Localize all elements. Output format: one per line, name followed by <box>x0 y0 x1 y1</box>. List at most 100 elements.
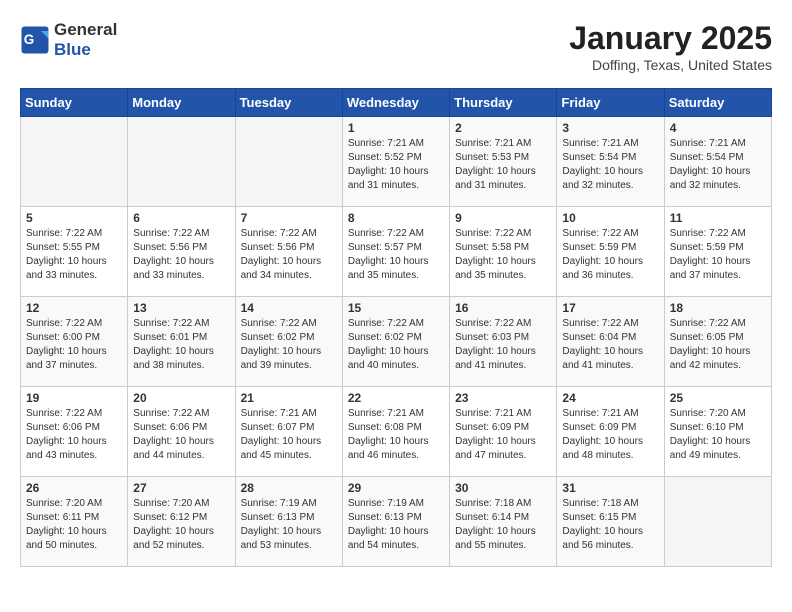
sunrise-text: Sunrise: 7:20 AM <box>670 408 746 419</box>
sunrise-text: Sunrise: 7:21 AM <box>562 408 638 419</box>
sunrise-text: Sunrise: 7:22 AM <box>241 318 317 329</box>
calendar-week-row: 5 Sunrise: 7:22 AM Sunset: 5:55 PM Dayli… <box>21 207 772 297</box>
calendar-cell: 6 Sunrise: 7:22 AM Sunset: 5:56 PM Dayli… <box>128 207 235 297</box>
calendar-week-row: 1 Sunrise: 7:21 AM Sunset: 5:52 PM Dayli… <box>21 117 772 207</box>
day-of-week-header: Thursday <box>450 89 557 117</box>
calendar-body: 1 Sunrise: 7:21 AM Sunset: 5:52 PM Dayli… <box>21 117 772 567</box>
sunset-text: Sunset: 6:04 PM <box>562 332 636 343</box>
daylight-text: Daylight: 10 hours and 44 minutes. <box>133 436 214 461</box>
day-info: Sunrise: 7:21 AM Sunset: 5:54 PM Dayligh… <box>670 137 766 193</box>
day-number: 8 <box>348 211 444 225</box>
calendar-cell: 24 Sunrise: 7:21 AM Sunset: 6:09 PM Dayl… <box>557 387 664 477</box>
day-info: Sunrise: 7:21 AM Sunset: 5:54 PM Dayligh… <box>562 137 658 193</box>
calendar-header: SundayMondayTuesdayWednesdayThursdayFrid… <box>21 89 772 117</box>
sunset-text: Sunset: 5:55 PM <box>26 242 100 253</box>
sunrise-text: Sunrise: 7:20 AM <box>26 498 102 509</box>
daylight-text: Daylight: 10 hours and 50 minutes. <box>26 526 107 551</box>
day-number: 5 <box>26 211 122 225</box>
calendar-cell: 7 Sunrise: 7:22 AM Sunset: 5:56 PM Dayli… <box>235 207 342 297</box>
sunset-text: Sunset: 6:03 PM <box>455 332 529 343</box>
sunset-text: Sunset: 6:02 PM <box>241 332 315 343</box>
calendar-cell: 20 Sunrise: 7:22 AM Sunset: 6:06 PM Dayl… <box>128 387 235 477</box>
logo-general-text: General <box>54 20 117 39</box>
day-number: 16 <box>455 301 551 315</box>
sunrise-text: Sunrise: 7:21 AM <box>348 138 424 149</box>
daylight-text: Daylight: 10 hours and 33 minutes. <box>26 256 107 281</box>
day-info: Sunrise: 7:22 AM Sunset: 5:59 PM Dayligh… <box>670 227 766 283</box>
day-number: 14 <box>241 301 337 315</box>
daylight-text: Daylight: 10 hours and 35 minutes. <box>455 256 536 281</box>
calendar-cell: 23 Sunrise: 7:21 AM Sunset: 6:09 PM Dayl… <box>450 387 557 477</box>
calendar-cell: 15 Sunrise: 7:22 AM Sunset: 6:02 PM Dayl… <box>342 297 449 387</box>
sunrise-text: Sunrise: 7:22 AM <box>133 318 209 329</box>
sunset-text: Sunset: 6:06 PM <box>133 422 207 433</box>
svg-text:G: G <box>24 32 35 47</box>
day-info: Sunrise: 7:22 AM Sunset: 6:05 PM Dayligh… <box>670 317 766 373</box>
calendar-cell: 8 Sunrise: 7:22 AM Sunset: 5:57 PM Dayli… <box>342 207 449 297</box>
daylight-text: Daylight: 10 hours and 42 minutes. <box>670 346 751 371</box>
calendar-cell <box>21 117 128 207</box>
daylight-text: Daylight: 10 hours and 34 minutes. <box>241 256 322 281</box>
day-number: 30 <box>455 481 551 495</box>
day-number: 9 <box>455 211 551 225</box>
day-number: 29 <box>348 481 444 495</box>
calendar-table: SundayMondayTuesdayWednesdayThursdayFrid… <box>20 88 772 567</box>
calendar-cell: 10 Sunrise: 7:22 AM Sunset: 5:59 PM Dayl… <box>557 207 664 297</box>
day-number: 2 <box>455 121 551 135</box>
sunset-text: Sunset: 6:15 PM <box>562 512 636 523</box>
calendar-cell <box>664 477 771 567</box>
days-of-week-row: SundayMondayTuesdayWednesdayThursdayFrid… <box>21 89 772 117</box>
calendar-title: January 2025 <box>569 20 772 57</box>
calendar-cell: 19 Sunrise: 7:22 AM Sunset: 6:06 PM Dayl… <box>21 387 128 477</box>
day-info: Sunrise: 7:20 AM Sunset: 6:11 PM Dayligh… <box>26 497 122 553</box>
calendar-subtitle: Doffing, Texas, United States <box>569 57 772 73</box>
calendar-cell: 16 Sunrise: 7:22 AM Sunset: 6:03 PM Dayl… <box>450 297 557 387</box>
day-info: Sunrise: 7:21 AM Sunset: 6:08 PM Dayligh… <box>348 407 444 463</box>
calendar-cell: 28 Sunrise: 7:19 AM Sunset: 6:13 PM Dayl… <box>235 477 342 567</box>
day-number: 1 <box>348 121 444 135</box>
title-block: January 2025 Doffing, Texas, United Stat… <box>569 20 772 73</box>
sunrise-text: Sunrise: 7:22 AM <box>455 228 531 239</box>
logo-icon: G <box>20 25 50 55</box>
day-info: Sunrise: 7:22 AM Sunset: 5:56 PM Dayligh… <box>133 227 229 283</box>
daylight-text: Daylight: 10 hours and 52 minutes. <box>133 526 214 551</box>
daylight-text: Daylight: 10 hours and 32 minutes. <box>562 166 643 191</box>
sunrise-text: Sunrise: 7:18 AM <box>455 498 531 509</box>
day-number: 4 <box>670 121 766 135</box>
sunrise-text: Sunrise: 7:21 AM <box>455 408 531 419</box>
day-number: 10 <box>562 211 658 225</box>
sunset-text: Sunset: 6:13 PM <box>241 512 315 523</box>
daylight-text: Daylight: 10 hours and 39 minutes. <box>241 346 322 371</box>
day-number: 28 <box>241 481 337 495</box>
sunset-text: Sunset: 5:58 PM <box>455 242 529 253</box>
sunset-text: Sunset: 6:14 PM <box>455 512 529 523</box>
daylight-text: Daylight: 10 hours and 41 minutes. <box>562 346 643 371</box>
day-number: 17 <box>562 301 658 315</box>
day-info: Sunrise: 7:22 AM Sunset: 6:06 PM Dayligh… <box>26 407 122 463</box>
day-info: Sunrise: 7:22 AM Sunset: 5:55 PM Dayligh… <box>26 227 122 283</box>
calendar-cell: 13 Sunrise: 7:22 AM Sunset: 6:01 PM Dayl… <box>128 297 235 387</box>
day-number: 22 <box>348 391 444 405</box>
daylight-text: Daylight: 10 hours and 54 minutes. <box>348 526 429 551</box>
sunrise-text: Sunrise: 7:20 AM <box>133 498 209 509</box>
calendar-cell: 21 Sunrise: 7:21 AM Sunset: 6:07 PM Dayl… <box>235 387 342 477</box>
calendar-cell: 9 Sunrise: 7:22 AM Sunset: 5:58 PM Dayli… <box>450 207 557 297</box>
sunrise-text: Sunrise: 7:22 AM <box>455 318 531 329</box>
day-of-week-header: Tuesday <box>235 89 342 117</box>
sunset-text: Sunset: 5:54 PM <box>670 152 744 163</box>
logo: G General Blue <box>20 20 117 60</box>
day-of-week-header: Saturday <box>664 89 771 117</box>
day-number: 21 <box>241 391 337 405</box>
daylight-text: Daylight: 10 hours and 35 minutes. <box>348 256 429 281</box>
daylight-text: Daylight: 10 hours and 37 minutes. <box>670 256 751 281</box>
day-of-week-header: Monday <box>128 89 235 117</box>
daylight-text: Daylight: 10 hours and 31 minutes. <box>348 166 429 191</box>
sunset-text: Sunset: 6:13 PM <box>348 512 422 523</box>
day-info: Sunrise: 7:20 AM Sunset: 6:10 PM Dayligh… <box>670 407 766 463</box>
daylight-text: Daylight: 10 hours and 36 minutes. <box>562 256 643 281</box>
sunrise-text: Sunrise: 7:21 AM <box>455 138 531 149</box>
daylight-text: Daylight: 10 hours and 49 minutes. <box>670 436 751 461</box>
sunset-text: Sunset: 6:10 PM <box>670 422 744 433</box>
day-info: Sunrise: 7:21 AM Sunset: 5:53 PM Dayligh… <box>455 137 551 193</box>
sunrise-text: Sunrise: 7:22 AM <box>348 318 424 329</box>
